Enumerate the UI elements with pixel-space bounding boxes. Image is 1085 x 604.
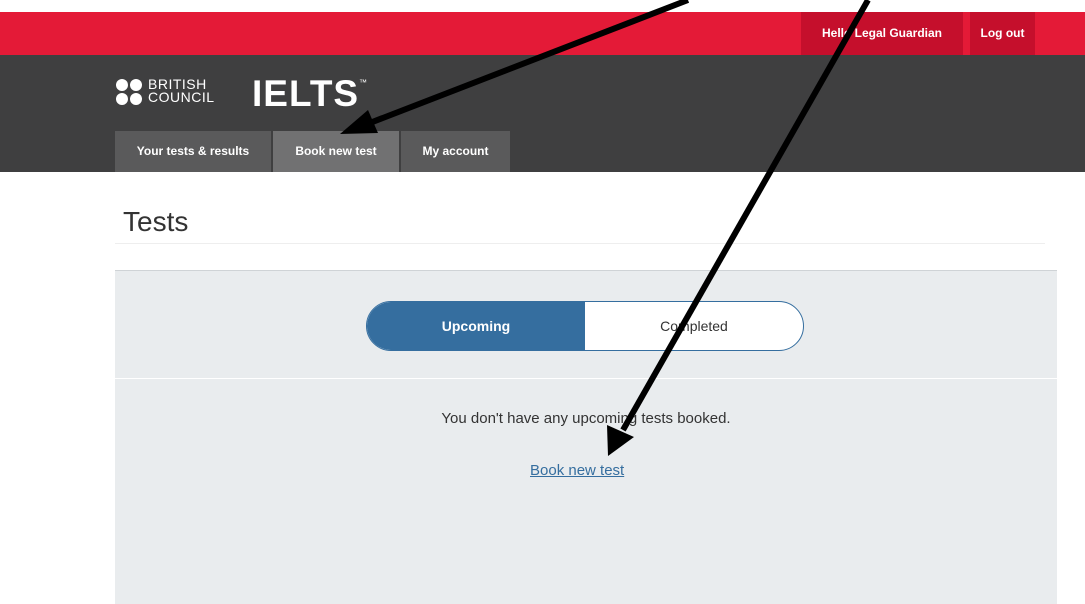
annotation-arrow-to-tab: [340, 0, 690, 134]
annotation-arrow-to-link: [607, 0, 871, 456]
annotation-arrows: [340, 0, 871, 456]
